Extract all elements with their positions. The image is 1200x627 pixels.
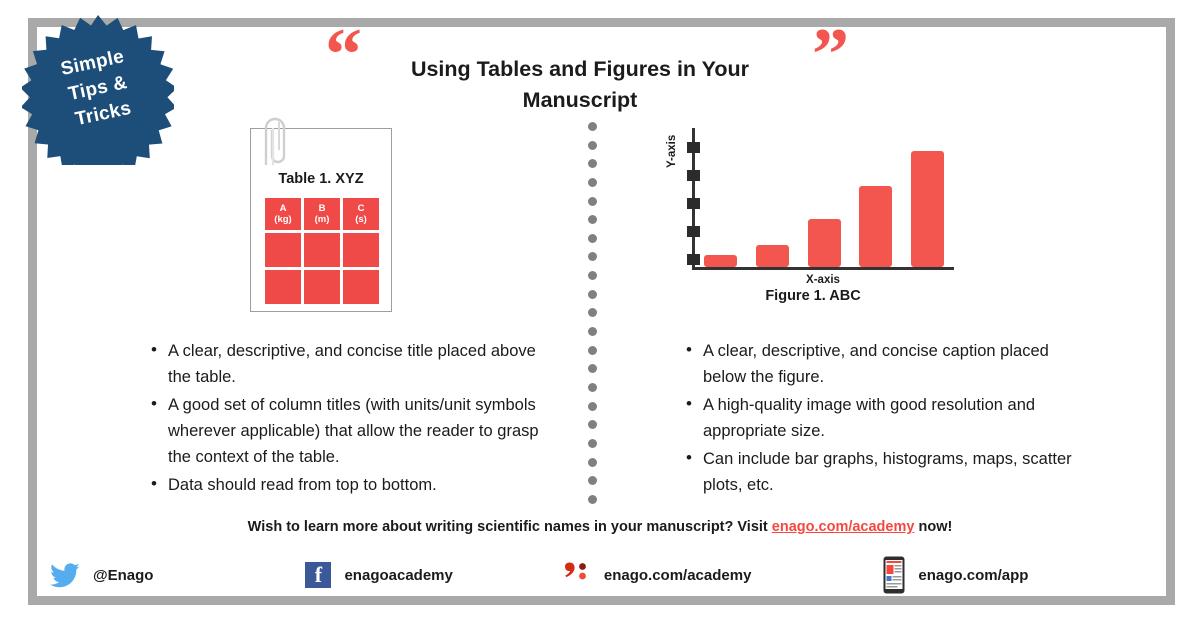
divider-dot <box>587 382 597 392</box>
chart-x-axis-label: X-axis <box>806 274 840 286</box>
cta-link[interactable]: enago.com/academy <box>772 519 915 535</box>
quote-close-icon: ” <box>812 14 849 96</box>
figure-caption: Figure 1. ABC <box>765 288 861 304</box>
table-caption: Table 1. XYZ <box>278 171 364 187</box>
table-header-unit: (kg) <box>274 214 292 225</box>
chart-bar <box>911 150 944 267</box>
table-body-cell <box>304 270 340 304</box>
divider-dot <box>587 401 597 411</box>
divider-dot <box>587 345 597 355</box>
page-title: Using Tables and Figures in Your Manuscr… <box>410 57 750 112</box>
divider-dot <box>587 140 597 150</box>
divider-dot <box>587 122 597 131</box>
divider-dot <box>587 438 597 448</box>
chart-bar <box>807 219 841 267</box>
list-item: A good set of column titles (with units/… <box>151 391 558 470</box>
table-guidelines-list: A clear, descriptive, and concise title … <box>148 337 558 500</box>
divider-dot <box>587 252 597 262</box>
divider-dot <box>587 159 597 169</box>
table-header-name: C <box>357 202 365 214</box>
call-to-action: Wish to learn more about writing scienti… <box>60 519 1140 535</box>
table-header-unit: (s) <box>355 214 367 225</box>
list-item: A clear, descriptive, and concise captio… <box>686 337 1078 390</box>
list-item: Can include bar graphs, histograms, maps… <box>686 445 1078 498</box>
divider-dot <box>587 289 597 299</box>
quote-open-icon: “ <box>325 14 362 96</box>
table-header-cell: B (m) <box>304 198 340 230</box>
enago-logo-icon <box>563 562 591 588</box>
chart-bar <box>755 245 789 267</box>
divider-dot <box>587 177 597 187</box>
social-footer: @Enago f enagoacademy enago.com/academy <box>38 552 1166 598</box>
figure-guidelines-list: A clear, descriptive, and concise captio… <box>683 337 1078 500</box>
table-header-name: A <box>279 202 287 214</box>
vertical-dotted-divider <box>586 122 598 504</box>
table-header-cell: A (kg) <box>265 198 301 230</box>
chart-bars <box>704 128 944 267</box>
table-body-cell <box>343 270 379 304</box>
example-table-grid: A (kg) B (m) C (s) <box>265 198 379 304</box>
simple-tips-badge: Simple Tips & Tricks <box>22 13 174 165</box>
chart-y-tick <box>687 226 700 237</box>
twitter-icon <box>50 562 80 588</box>
divider-dot <box>587 420 597 430</box>
divider-dot <box>587 457 597 467</box>
table-body-cell <box>265 270 301 304</box>
mobile-app-icon <box>883 556 905 594</box>
chart-y-axis-label: Y-axis <box>666 134 678 168</box>
table-header-name: B <box>318 202 326 214</box>
table-header-cell: C (s) <box>343 198 379 230</box>
table-header-unit: (m) <box>314 214 330 225</box>
chart-y-tick <box>687 142 700 153</box>
table-body-cell <box>304 233 340 267</box>
social-facebook-label: enagoacademy <box>344 566 453 584</box>
divider-dot <box>587 215 597 225</box>
divider-dot <box>587 233 597 243</box>
chart-bar <box>704 255 737 267</box>
social-mobile-app[interactable]: enago.com/app <box>883 556 1028 594</box>
list-item: A high-quality image with good resolutio… <box>686 391 1078 444</box>
divider-dot <box>587 476 597 486</box>
list-item: A clear, descriptive, and concise title … <box>151 337 558 390</box>
social-facebook[interactable]: f enagoacademy <box>305 562 453 588</box>
social-enago-academy[interactable]: enago.com/academy <box>563 562 752 588</box>
divider-dot <box>587 196 597 206</box>
divider-dot <box>587 308 597 318</box>
divider-dot <box>587 271 597 281</box>
divider-dot <box>587 364 597 374</box>
chart-bar <box>859 185 893 267</box>
social-twitter-label: @Enago <box>93 566 154 584</box>
facebook-icon: f <box>305 562 332 588</box>
table-body-cell <box>343 233 379 267</box>
divider-dot <box>587 494 597 504</box>
chart-y-tick <box>687 170 700 181</box>
chart-x-axis <box>692 267 954 270</box>
chart-y-tick <box>687 254 700 265</box>
list-item: Data should read from top to bottom. <box>151 471 558 498</box>
chart-y-tick <box>687 198 700 209</box>
table-body-cell <box>265 233 301 267</box>
social-twitter[interactable]: @Enago <box>50 562 154 588</box>
cta-text-after: now! <box>914 519 953 535</box>
cta-text-before: Wish to learn more about writing scienti… <box>247 519 772 535</box>
social-enago-label: enago.com/academy <box>603 566 752 584</box>
paperclip-icon <box>264 117 286 165</box>
infographic-page: Simple Tips & Tricks “ ” Using Tables an… <box>0 0 1200 627</box>
starburst-icon <box>22 15 174 165</box>
social-app-label: enago.com/app <box>918 566 1029 584</box>
divider-dot <box>587 327 597 337</box>
figure-example-chart: Y-axis X-axis <box>666 128 954 286</box>
